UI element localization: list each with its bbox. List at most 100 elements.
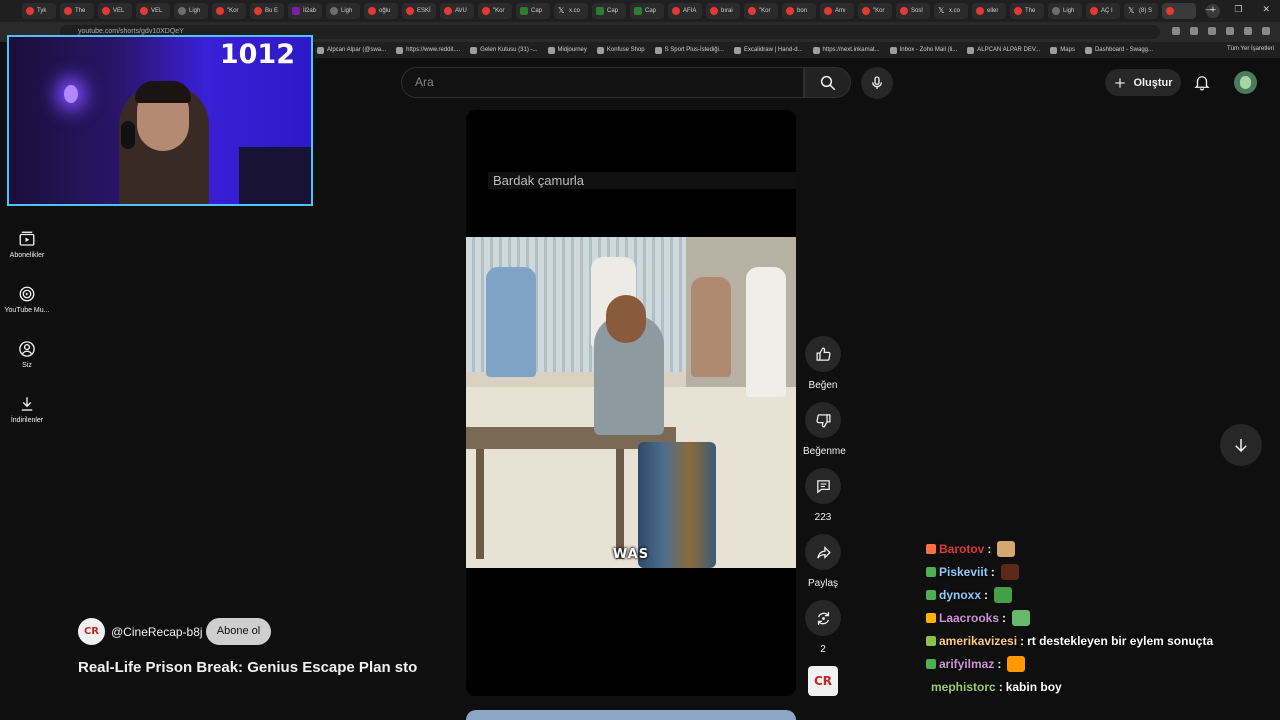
browser-tab[interactable]: Sosl (896, 3, 930, 19)
subscribe-button[interactable]: Abone ol (206, 618, 271, 645)
browser-tab[interactable]: The (60, 3, 94, 19)
zoom-icon[interactable] (1172, 27, 1180, 35)
thumbs-down-icon (815, 413, 831, 428)
tab-label: Tyk (37, 8, 47, 14)
browser-tab[interactable]: Cap (630, 3, 664, 19)
profile-icon[interactable] (1244, 27, 1252, 35)
bookmark-item[interactable]: Midjourney (547, 46, 587, 54)
tab-label: Ligh (1063, 8, 1075, 14)
chat-emote-icon (994, 586, 1013, 603)
bookmark-item[interactable]: Konfuse Shop (596, 46, 645, 54)
bookmark-item[interactable]: Maps (1050, 46, 1075, 54)
browser-tab[interactable]: AFIA (668, 3, 702, 19)
dislike-circle[interactable] (805, 402, 841, 438)
bookmark-item[interactable]: Alpcan Alpar (@swa... (317, 46, 386, 54)
tab-label: Bu E (265, 8, 279, 14)
bookmark-item[interactable]: https://next.inkamat... (812, 46, 880, 54)
browser-tab[interactable]: "Kor (744, 3, 778, 19)
next-video-button[interactable] (1220, 424, 1262, 466)
bookmark-item[interactable]: Excalidraw | Hand-d... (733, 46, 803, 54)
search-input[interactable]: Ara (401, 67, 804, 98)
menu-icon[interactable] (1262, 27, 1270, 35)
browser-tab[interactable]: eller (972, 3, 1006, 19)
bookmark-item[interactable]: S Sport Plus-İstediği... (654, 46, 724, 54)
tab-label: VEL (113, 8, 125, 14)
browser-tab[interactable]: Ligh (326, 3, 360, 19)
browser-tab[interactable]: Tyk (22, 3, 56, 19)
chat-emote-icon (1012, 609, 1031, 626)
channel-handle[interactable]: @CineRecap-b8j (111, 625, 203, 639)
share-button[interactable]: Paylaş (803, 534, 843, 589)
bookmark-item[interactable]: Dashboard - Swagg... (1084, 46, 1153, 54)
browser-tab[interactable]: AÇ I (1086, 3, 1120, 19)
browser-tab[interactable]: Cap (592, 3, 626, 19)
notifications-button[interactable] (1193, 73, 1211, 96)
download-icon (21, 397, 33, 411)
chat-separator: : (990, 564, 995, 579)
like-button[interactable]: Beğen (803, 336, 843, 391)
sidebar-item-subscriptions[interactable]: Abonelikler (0, 230, 54, 259)
stream-chat-overlay: Barotov : Piskeviit : dynoxx : Laacrooks :a… (926, 537, 1266, 698)
sidebar-item-youtube-music[interactable]: YouTube Mu... (0, 285, 54, 314)
thumbs-up-icon (815, 346, 831, 361)
browser-tab[interactable]: ESKİ (402, 3, 436, 19)
next-short-preview[interactable] (466, 710, 796, 720)
browser-tab[interactable]: AVU (440, 3, 474, 19)
browser-tab[interactable]: İl2ab (288, 3, 322, 19)
tab-label: AÇ I (1101, 8, 1113, 14)
browser-tab[interactable]: Amı (820, 3, 854, 19)
browser-tab[interactable]: Ligh (174, 3, 208, 19)
create-button[interactable]: Oluştur (1105, 69, 1181, 96)
tab-label: AVU (455, 8, 467, 14)
browser-tab[interactable]: bırai (706, 3, 740, 19)
browser-tab[interactable]: VEL (98, 3, 132, 19)
subscriptions-icon (19, 231, 35, 246)
minimize-icon[interactable]: — (1205, 4, 1214, 15)
browser-tab[interactable]: 𝕏x.co (554, 3, 588, 19)
account-avatar[interactable] (1234, 71, 1257, 94)
comments-button[interactable]: 223 (803, 468, 843, 523)
browser-tab[interactable]: "Kor (212, 3, 246, 19)
like-circle[interactable] (805, 336, 841, 372)
remix-button[interactable]: 2 (803, 600, 843, 655)
extension-icon[interactable] (1226, 27, 1234, 35)
channel-thumbnail-button[interactable]: CR (808, 666, 838, 696)
bookmark-item[interactable]: Inbox - Zoho Mail (li... (889, 46, 957, 54)
shorts-video-player[interactable]: Bardak çamurla WAS (466, 110, 796, 696)
youtube-icon (368, 7, 376, 15)
sidebar-item-you[interactable]: Siz (0, 340, 54, 369)
channel-avatar[interactable]: CR (78, 618, 105, 645)
remix-circle[interactable] (805, 600, 841, 636)
active-browser-tab[interactable] (1162, 3, 1196, 19)
dislike-button[interactable]: Beğenme (803, 402, 846, 457)
bookmark-item[interactable]: Gelen Kutusu (31) -... (470, 46, 538, 54)
browser-tab[interactable]: Bu E (250, 3, 284, 19)
share-circle[interactable] (805, 534, 841, 570)
browser-tab[interactable]: Cap (516, 3, 550, 19)
all-bookmarks[interactable]: Tüm Yer İşaretleri (1227, 46, 1274, 52)
browser-tab[interactable]: borı (782, 3, 816, 19)
youtube-icon (26, 7, 34, 15)
browser-tab[interactable]: "Kor (478, 3, 512, 19)
youtube-icon (102, 7, 110, 15)
bookmark-item[interactable]: ALPCAN ALPAR DEV... (967, 46, 1040, 54)
sidebar-item-downloads[interactable]: İndirilenler (0, 395, 54, 424)
headset-icon (121, 121, 135, 149)
browser-tab[interactable]: "Kor (858, 3, 892, 19)
comments-circle[interactable] (805, 468, 841, 504)
browser-tab[interactable]: Ligh (1048, 3, 1082, 19)
bookmark-star-icon[interactable] (1208, 27, 1216, 35)
voice-search-button[interactable] (861, 67, 893, 99)
install-icon[interactable] (1190, 27, 1198, 35)
tab-label: Ligh (189, 8, 201, 14)
video-title[interactable]: Real-Life Prison Break: Genius Escape Pl… (78, 659, 418, 676)
browser-tab[interactable]: oğlu (364, 3, 398, 19)
close-icon[interactable]: ✕ (1262, 4, 1270, 15)
browser-tab[interactable]: 𝕏x.co (934, 3, 968, 19)
browser-tab[interactable]: The (1010, 3, 1044, 19)
browser-tab[interactable]: 𝕏 (8) S (1124, 3, 1158, 19)
bookmark-item[interactable]: https://www.reddit.... (396, 46, 460, 54)
maximize-icon[interactable]: ❐ (1234, 4, 1242, 15)
browser-tab[interactable]: VEL (136, 3, 170, 19)
search-button[interactable] (804, 67, 851, 98)
